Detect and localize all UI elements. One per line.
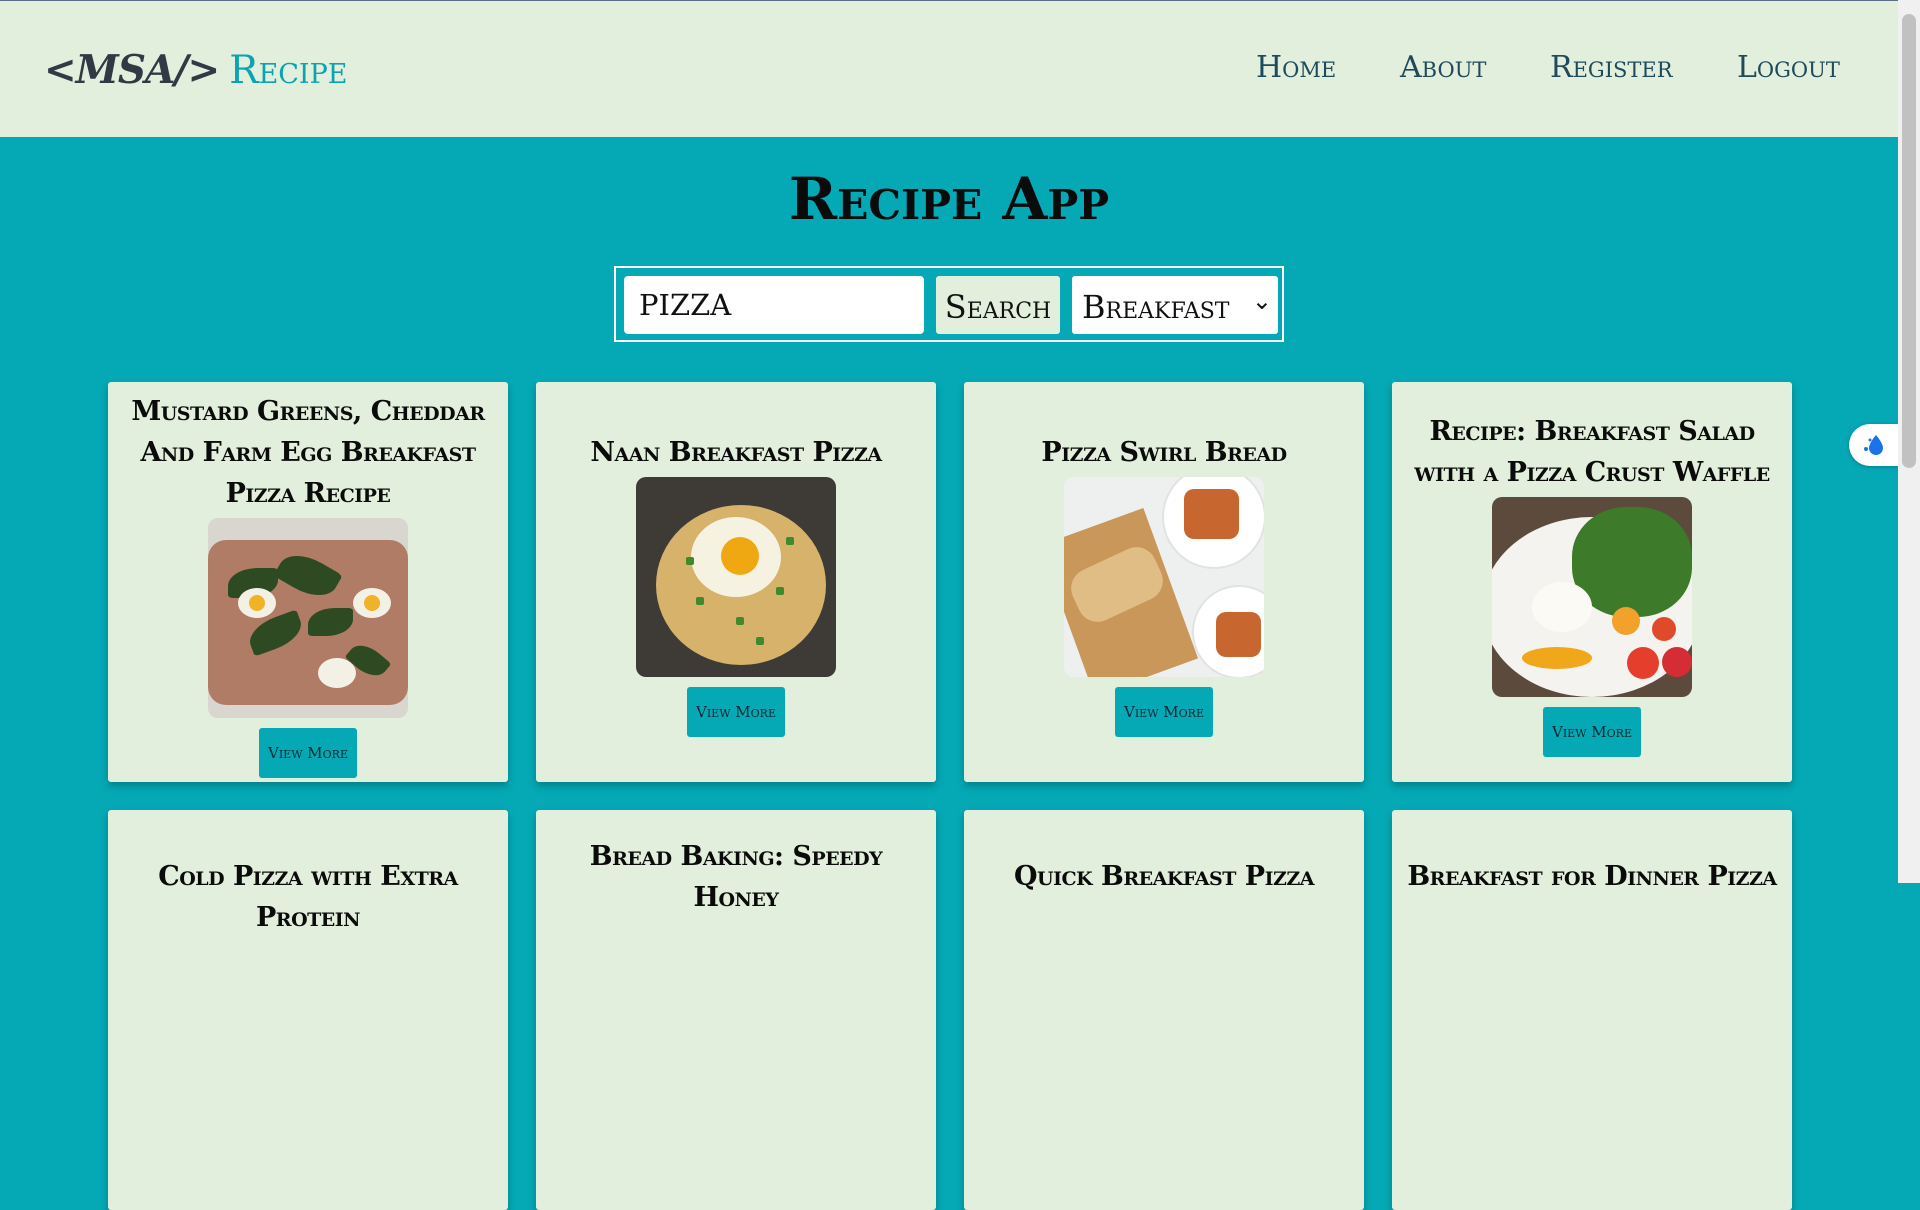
logo-bracket: <MSA/>	[44, 47, 220, 93]
view-more-button[interactable]: View More	[1115, 686, 1213, 737]
recipe-card: Quick Breakfast Pizza	[964, 810, 1364, 1210]
view-more-button[interactable]: View More	[687, 686, 785, 737]
search-form: PIZZA Search Breakfast ⌄	[614, 266, 1284, 342]
recipe-title: Breakfast for Dinner Pizza	[1407, 861, 1777, 892]
category-select-value: Breakfast	[1082, 288, 1230, 326]
recipe-image	[208, 517, 408, 718]
chevron-down-icon: ⌄	[1251, 287, 1272, 315]
scrollbar-thumb[interactable]	[1902, 14, 1916, 468]
recipe-image	[1064, 476, 1264, 677]
search-button[interactable]: Search	[936, 276, 1060, 334]
recipe-image	[636, 476, 836, 677]
recipe-title: Recipe: Breakfast Salad with a Pizza Cru…	[1414, 416, 1770, 488]
category-select[interactable]: Breakfast ⌄	[1072, 276, 1278, 334]
recipe-title: Mustard Greens, Cheddar And Farm Egg Bre…	[131, 395, 485, 509]
recipe-card: Mustard Greens, Cheddar And Farm Egg Bre…	[108, 382, 508, 782]
nav-link-logout[interactable]: Logout	[1737, 50, 1840, 85]
view-more-button[interactable]: View More	[1543, 707, 1641, 757]
nav-link-about[interactable]: About	[1400, 50, 1486, 85]
recipe-card: Naan Breakfast Pizza View More	[536, 382, 936, 782]
recipe-title: Bread Baking: Speedy Honey	[589, 841, 883, 913]
logo[interactable]: <MSA/> Recipe	[44, 47, 347, 93]
recipe-card: Cold Pizza with Extra Protein	[108, 810, 508, 1210]
navbar: <MSA/> Recipe Home About Register Logout	[0, 1, 1898, 137]
water-drop-icon	[1863, 435, 1883, 455]
recipe-title: Naan Breakfast Pizza	[590, 436, 882, 468]
recipe-card: Breakfast for Dinner Pizza	[1392, 810, 1792, 1210]
recipe-image	[1492, 497, 1692, 697]
recipe-title: Quick Breakfast Pizza	[1014, 861, 1314, 892]
view-more-button[interactable]: View More	[259, 727, 357, 778]
extension-widget[interactable]	[1849, 424, 1898, 466]
recipe-card: Recipe: Breakfast Salad with a Pizza Cru…	[1392, 382, 1792, 782]
recipe-title: Pizza Swirl Bread	[1041, 436, 1287, 468]
recipe-title: Cold Pizza with Extra Protein	[158, 861, 458, 933]
nav-link-register[interactable]: Register	[1550, 50, 1673, 85]
logo-brand: Recipe	[229, 48, 348, 93]
nav-link-home[interactable]: Home	[1256, 50, 1336, 85]
recipe-card: Pizza Swirl Bread View More	[964, 382, 1364, 782]
page-title: Recipe App	[788, 165, 1110, 233]
scrollbar[interactable]	[1898, 0, 1920, 883]
search-input[interactable]: PIZZA	[624, 276, 924, 334]
recipe-card: Bread Baking: Speedy Honey	[536, 810, 936, 1210]
